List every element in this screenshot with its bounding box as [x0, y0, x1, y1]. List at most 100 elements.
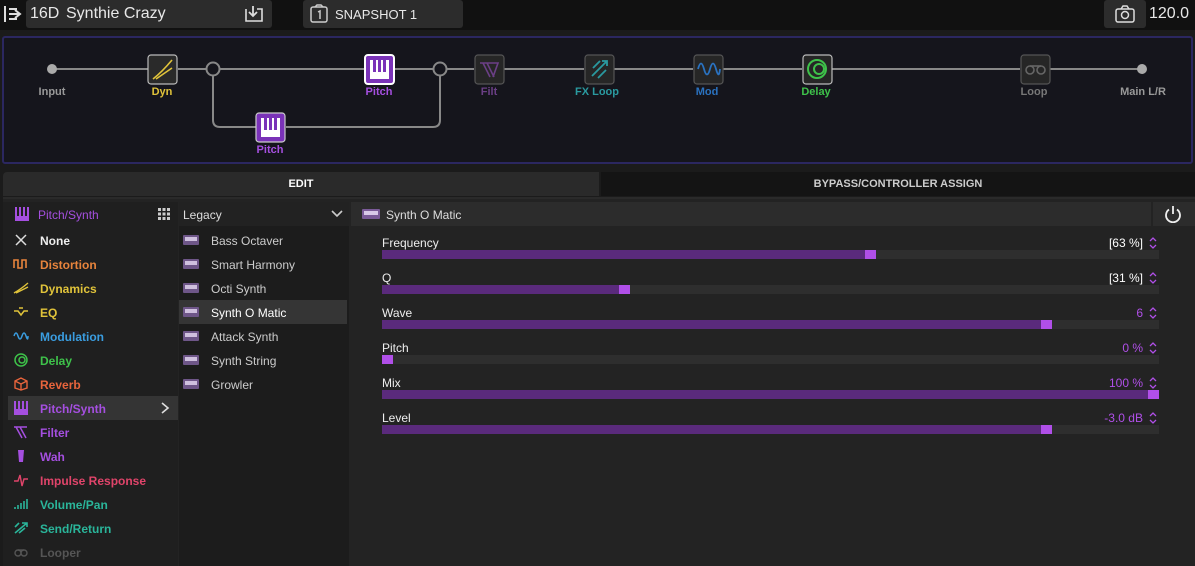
param-value[interactable]: [63 %] [1109, 236, 1143, 250]
stepper-icon[interactable] [1149, 411, 1157, 425]
stepper-icon[interactable] [1149, 236, 1157, 250]
category-list: Pitch/Synth None Distortion Dynamics EQ Modu… [3, 202, 178, 566]
model-label: Smart Harmony [211, 258, 296, 272]
impulse-response-icon [14, 474, 28, 487]
category-label: Distortion [40, 258, 97, 272]
model-item[interactable]: Attack Synth [179, 324, 347, 348]
category-item[interactable]: Send/Return [8, 516, 178, 540]
category-item[interactable]: Dynamics [8, 276, 178, 300]
model-item[interactable]: Bass Octaver [179, 228, 347, 252]
category-label: None [40, 234, 70, 248]
category-item[interactable]: Volume/Pan [8, 492, 178, 516]
pitch-block-selected[interactable] [364, 54, 395, 85]
param-value[interactable]: 6 [1136, 306, 1143, 320]
stepper-icon[interactable] [1149, 271, 1157, 285]
filt-label: Filt [480, 86, 498, 98]
snapshot-selector[interactable]: SNAPSHOT 1 [303, 0, 463, 28]
dyn-block[interactable] [147, 54, 178, 85]
model-list: Legacy Bass Octaver Smart Harmony Octi Syn… [179, 202, 349, 566]
slider-thumb[interactable] [1041, 320, 1052, 329]
distortion-icon [13, 259, 27, 269]
param-slider[interactable] [382, 425, 1159, 434]
param-value[interactable]: 100 % [1109, 376, 1143, 390]
category-item[interactable]: Delay [8, 348, 178, 372]
looper-block[interactable] [1020, 54, 1051, 85]
synth-model-icon [183, 355, 199, 365]
category-item[interactable]: Distortion [8, 252, 178, 276]
menu-icon[interactable] [2, 4, 24, 24]
stepper-icon[interactable] [1149, 341, 1157, 355]
merge-node[interactable] [432, 61, 448, 77]
stepper-icon[interactable] [1149, 306, 1157, 320]
category-header: Pitch/Synth [3, 202, 178, 226]
slider-thumb[interactable] [1148, 390, 1159, 399]
model-item[interactable]: Smart Harmony [179, 252, 347, 276]
delay-icon [14, 353, 28, 367]
param-value[interactable]: 0 % [1122, 341, 1143, 355]
category-item[interactable]: Wah [8, 444, 178, 468]
category-item[interactable]: Looper [8, 540, 178, 564]
filter-block[interactable] [474, 54, 505, 85]
category-item[interactable]: Modulation [8, 324, 178, 348]
model-category-dropdown[interactable]: Legacy [179, 202, 349, 226]
tempo-display[interactable]: 120.0 [1149, 5, 1189, 23]
model-item[interactable]: Growler [179, 372, 347, 396]
tab-edit[interactable]: EDIT [3, 172, 599, 196]
tab-bypass-controller-assign[interactable]: BYPASS/CONTROLLER ASSIGN [601, 172, 1195, 196]
category-item[interactable]: Reverb [8, 372, 178, 396]
slider-fill [382, 320, 1041, 329]
category-item[interactable]: EQ [8, 300, 178, 324]
camera-button[interactable] [1104, 0, 1146, 28]
param-slider[interactable] [382, 355, 1159, 364]
pitch-block[interactable] [255, 112, 286, 143]
stepper-icon[interactable] [1149, 376, 1157, 390]
grid-icon[interactable] [158, 208, 170, 220]
category-item[interactable]: Filter [8, 420, 178, 444]
param-row: Q [31 %] [382, 271, 1159, 305]
category-item[interactable]: Impulse Response [8, 468, 178, 492]
slider-thumb[interactable] [619, 285, 630, 294]
looper-icon [14, 549, 28, 557]
preset-selector[interactable]: 16D Synthie Crazy [26, 0, 272, 28]
param-name: Wave [382, 306, 413, 320]
param-slider[interactable] [382, 390, 1159, 399]
param-slider[interactable] [382, 285, 1159, 294]
synth-model-icon [183, 379, 199, 389]
param-name: Pitch [382, 341, 409, 355]
category-label: Delay [40, 354, 73, 368]
reverb-icon [14, 377, 28, 391]
param-value[interactable]: -3.0 dB [1104, 411, 1143, 425]
send-return-icon [14, 522, 28, 534]
fx-loop-label: FX Loop [575, 86, 619, 98]
mod-label: Mod [695, 86, 719, 98]
slider-thumb[interactable] [865, 250, 876, 259]
slider-thumb[interactable] [1041, 425, 1052, 434]
input-node[interactable] [47, 64, 57, 74]
category-label: Modulation [40, 330, 104, 344]
output-node[interactable] [1137, 64, 1147, 74]
mod-block[interactable] [693, 54, 724, 85]
wah-icon [18, 450, 24, 462]
block-power-button[interactable] [1153, 202, 1195, 226]
filter-icon [14, 426, 27, 439]
synth-model-icon [183, 331, 199, 341]
fx-loop-block[interactable] [584, 54, 615, 85]
snapshot-icon [310, 4, 328, 23]
synth-model-icon [183, 259, 199, 269]
save-icon[interactable] [244, 5, 264, 23]
chevron-right-icon [161, 402, 170, 414]
pitch-label: Pitch [365, 86, 393, 98]
tab-bar: EDIT BYPASS/CONTROLLER ASSIGN [3, 172, 1195, 196]
delay-block[interactable] [802, 54, 833, 85]
param-slider[interactable] [382, 250, 1159, 259]
model-item[interactable]: Synth String [179, 348, 347, 372]
model-item[interactable]: Octi Synth [179, 276, 347, 300]
split-node[interactable] [205, 61, 221, 77]
param-slider[interactable] [382, 320, 1159, 329]
slider-thumb[interactable] [382, 355, 393, 364]
param-value[interactable]: [31 %] [1109, 271, 1143, 285]
category-item[interactable]: None [8, 228, 178, 252]
category-item[interactable]: Pitch/Synth [8, 396, 178, 420]
dyn-label: Dyn [151, 86, 173, 98]
model-item[interactable]: Synth O Matic [179, 300, 347, 324]
